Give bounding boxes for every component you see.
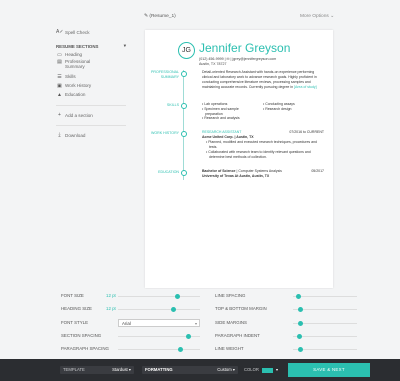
summary-link: [Area of study] bbox=[294, 84, 317, 89]
school: University of Texas At Austin, Austin, T… bbox=[202, 173, 270, 178]
work-history-label: WORK HISTORY bbox=[150, 131, 179, 135]
sidebar-item-work-history[interactable]: ▣ Work History bbox=[56, 81, 126, 90]
section-spacing-label: SECTION SPACING bbox=[61, 333, 102, 338]
timeline-line bbox=[183, 70, 184, 180]
more-options-button[interactable]: More Options ⌄ bbox=[300, 14, 334, 19]
template-select[interactable]: TEMPLATE Stardust ▾ bbox=[60, 366, 134, 374]
font-size-slider[interactable] bbox=[118, 294, 200, 299]
initials-monogram: JG bbox=[178, 42, 195, 59]
top-bottom-margin-slider[interactable] bbox=[293, 307, 357, 312]
contact-info: (012) 456-9999 | ✉ | jgrey@jennifergreys… bbox=[199, 57, 276, 67]
section-spacing-slider[interactable] bbox=[118, 334, 200, 339]
download-button[interactable]: ⤓ Download bbox=[56, 131, 126, 139]
sidebar-item-professional-summary[interactable]: ▤ Professional Summary bbox=[56, 59, 126, 72]
download-icon: ⤓ bbox=[58, 132, 61, 138]
major: Computer Systems Analysis bbox=[238, 169, 282, 173]
font-style-select[interactable]: Arial ▾ bbox=[118, 319, 200, 327]
font-style-label: FONT STYLE bbox=[61, 320, 88, 325]
sidebar: A✓ Spell Check RESUME SECTIONS ▾ ▭ Headi… bbox=[56, 28, 126, 139]
slider-knob[interactable] bbox=[177, 347, 183, 352]
job-bullet: • Planned, modified and executed researc… bbox=[206, 139, 317, 149]
id-card-icon: ▭ bbox=[57, 51, 62, 58]
resume-name-text: (Resume_1) bbox=[149, 14, 176, 19]
color-label: COLOR bbox=[244, 367, 259, 372]
document-icon: ▤ bbox=[57, 59, 62, 65]
summary-text: Detail-oriented Research Assistant with … bbox=[202, 70, 317, 89]
slider-knob[interactable] bbox=[295, 294, 301, 299]
side-margins-label: SIDE MARGINS bbox=[215, 320, 247, 325]
font-size-value: 12 pt bbox=[106, 293, 116, 298]
sidebar-item-skills[interactable]: ☰ Skills bbox=[56, 72, 126, 81]
section-dot bbox=[181, 131, 187, 137]
section-dot bbox=[181, 170, 187, 176]
paragraph-indent-slider[interactable] bbox=[293, 334, 357, 339]
sidebar-item-heading[interactable]: ▭ Heading bbox=[56, 50, 126, 59]
footer-bar: TEMPLATE Stardust ▾ FORMATTING Custom ▾ … bbox=[0, 359, 400, 381]
skills-label: SKILLS bbox=[166, 103, 179, 107]
work-history-body: RESEARCH ASSISTANT 07/2016 to CURRENT Ac… bbox=[202, 130, 324, 159]
degree: Bachelor of Science bbox=[202, 169, 236, 173]
color-swatch[interactable] bbox=[262, 368, 273, 373]
slider-knob[interactable] bbox=[174, 294, 180, 299]
font-size-label: FONT SIZE bbox=[61, 293, 84, 298]
paragraph-indent-label: PARAGRAPH INDENT bbox=[215, 333, 260, 338]
graduation-cap-icon: ▲ bbox=[57, 91, 62, 98]
line-spacing-slider[interactable] bbox=[293, 294, 357, 299]
summary-label: PROFESSIONAL SUMMARY bbox=[151, 70, 179, 79]
sidebar-divider bbox=[56, 105, 126, 106]
job-bullet: • Collaborated with research team to ide… bbox=[206, 149, 311, 159]
line-weight-label: LINE WEIGHT bbox=[215, 346, 244, 351]
plus-icon: + bbox=[58, 112, 61, 118]
skill-item: • Specimen and sample preparation bbox=[202, 106, 239, 116]
section-dot bbox=[181, 71, 187, 77]
sidebar-divider bbox=[56, 125, 126, 126]
top-bottom-margin-label: TOP & BOTTOM MARGIN bbox=[215, 306, 267, 311]
resume-name-field[interactable]: ✎ (Resume_1) bbox=[144, 14, 176, 19]
skill-item: • Research design bbox=[263, 106, 292, 111]
add-section-button[interactable]: + Add a section bbox=[56, 111, 126, 119]
heading-size-value: 12 pt bbox=[106, 306, 116, 311]
resume-name: Jennifer Greyson bbox=[199, 41, 291, 55]
chevron-down-icon[interactable]: ▾ bbox=[276, 366, 278, 374]
skill-item: • Research and analysis bbox=[202, 116, 240, 121]
slider-knob[interactable] bbox=[186, 334, 192, 339]
job-dates: 07/2016 to CURRENT bbox=[289, 130, 324, 134]
heading-size-slider[interactable] bbox=[118, 307, 200, 312]
save-next-button[interactable]: SAVE & NEXT bbox=[288, 363, 370, 377]
paragraph-spacing-slider[interactable] bbox=[118, 347, 200, 352]
section-dot bbox=[181, 103, 187, 109]
paragraph-spacing-label: PARAGRAPH SPACING bbox=[61, 346, 109, 351]
chevron-down-icon: ⌄ bbox=[330, 14, 335, 19]
education-label: EDUCATION bbox=[158, 170, 179, 174]
line-weight-slider[interactable] bbox=[293, 347, 357, 352]
side-margins-slider[interactable] bbox=[293, 321, 357, 326]
line-spacing-label: LINE SPACING bbox=[215, 293, 246, 298]
pencil-icon: ✎ bbox=[144, 14, 149, 19]
spell-check-button[interactable]: A✓ Spell Check bbox=[56, 28, 126, 36]
formatting-select[interactable]: FORMATTING Custom ▾ bbox=[142, 366, 238, 374]
edu-date: 05/2017 bbox=[311, 169, 324, 173]
briefcase-icon: ▣ bbox=[57, 82, 62, 89]
slider-knob[interactable] bbox=[296, 334, 302, 339]
chevron-down-icon: ▾ bbox=[123, 43, 126, 48]
chevron-down-icon: ▾ bbox=[128, 367, 131, 372]
resume-preview[interactable]: JG Jennifer Greyson (012) 456-9999 | ✉ |… bbox=[145, 30, 333, 288]
location: Austin, TX 78727 bbox=[199, 62, 227, 66]
skills-list-left: • Lab operations • Specimen and sample p… bbox=[202, 102, 262, 121]
heading-size-label: HEADING SIZE bbox=[61, 306, 92, 311]
resume-sections-header[interactable]: RESUME SECTIONS ▾ bbox=[56, 42, 126, 50]
chevron-down-icon: ▾ bbox=[232, 367, 235, 372]
spell-check-icon: A✓ bbox=[56, 29, 64, 35]
chevron-down-icon: ▾ bbox=[194, 321, 197, 326]
skills-list-right: • Conducting assays • Research design bbox=[263, 102, 323, 112]
resume-sections-list: ▭ Heading ▤ Professional Summary ☰ Skill… bbox=[56, 50, 126, 99]
list-icon: ☰ bbox=[57, 73, 62, 80]
education-body: Bachelor of Science | Computer Systems A… bbox=[202, 169, 324, 178]
sidebar-item-education[interactable]: ▲ Education bbox=[56, 90, 126, 99]
